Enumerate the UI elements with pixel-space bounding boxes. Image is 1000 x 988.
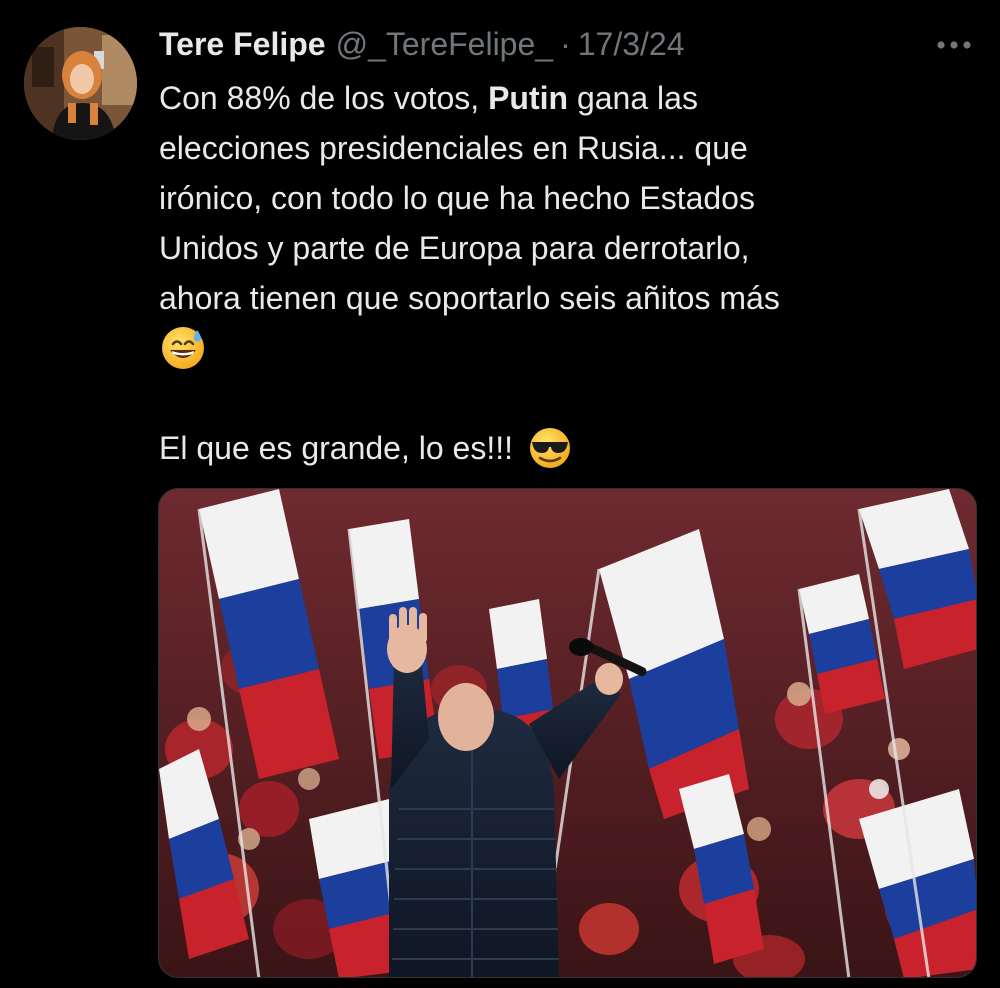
avatar-photo-icon [24, 27, 137, 140]
grinning-face-with-sweat-emoji [162, 327, 204, 369]
tweet-text-line: elecciones presidenciales en Rusia... qu… [159, 130, 748, 166]
author-avatar[interactable] [24, 27, 137, 140]
tweet-text-line: Con 88% de los votos, Putin gana las [159, 73, 959, 123]
tweet-text-line: El que es grande, lo es!!! [159, 423, 959, 473]
tweet-text-line: Unidos y parte de Europa para derrotarlo… [159, 230, 750, 266]
more-options-button[interactable] [932, 32, 976, 58]
tweet-text-line: ahora tienen que soportarlo seis añitos … [159, 280, 780, 316]
tweet-card[interactable]: Tere Felipe @_TereFelipe_ · 17/3/24 Con … [0, 0, 1000, 988]
author-handle[interactable]: @_TereFelipe_ [336, 26, 553, 63]
tweet-text-line: irónico, con todo lo que ha hecho Estado… [159, 180, 755, 216]
tweet-header: Tere Felipe @_TereFelipe_ · 17/3/24 [159, 22, 684, 66]
tweet-timestamp[interactable]: 17/3/24 [578, 26, 685, 63]
rally-photo-flags-crowd [159, 489, 976, 977]
text-segment: El que es grande, lo es!!! [159, 430, 513, 466]
tweet-text-line [159, 323, 959, 373]
mention-putin: Putin [488, 80, 569, 116]
tweet-media-photo[interactable] [158, 488, 977, 978]
text-segment: gana las [568, 80, 698, 116]
header-separator: · [560, 25, 571, 62]
text-segment: Con 88% de los votos, [159, 80, 489, 116]
smiling-face-with-sunglasses-emoji [530, 428, 570, 468]
author-display-name[interactable]: Tere Felipe [159, 26, 326, 63]
more-horizontal-icon [937, 41, 971, 49]
tweet-text: Con 88% de los votos, Putin gana las ele… [159, 73, 959, 473]
